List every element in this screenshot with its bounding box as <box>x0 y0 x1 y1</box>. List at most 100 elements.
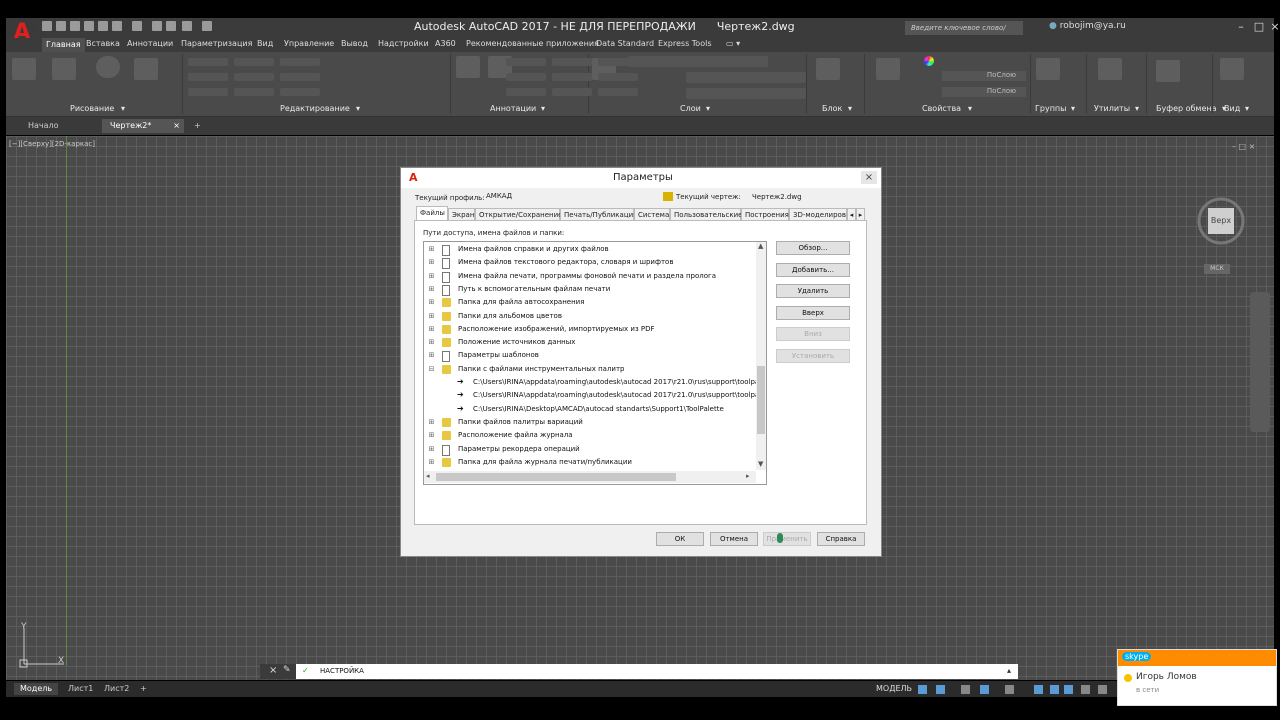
tab-ribbon-4[interactable]: Вид <box>257 39 273 48</box>
ribbon-panel-title-8[interactable]: Буфер обмена <box>1156 104 1217 113</box>
undo-icon[interactable] <box>112 21 122 31</box>
panel-expand-icon[interactable]: ▾ <box>1245 104 1249 113</box>
expand-icon[interactable]: ⊞ <box>428 458 435 466</box>
ribbon-small-tool-icon[interactable] <box>188 73 228 81</box>
tab-scroll-right-button[interactable]: ▸ <box>856 208 865 220</box>
ribbon-tool-icon[interactable] <box>876 58 900 80</box>
workspace-switch-icon[interactable] <box>1098 685 1107 694</box>
open-icon[interactable] <box>56 21 66 31</box>
ribbon-tool-icon[interactable] <box>1036 58 1060 80</box>
save-as-icon[interactable] <box>84 21 94 31</box>
ribbon-small-tool-icon[interactable] <box>506 88 546 96</box>
scroll-thumb[interactable] <box>436 473 676 481</box>
add-button[interactable]: Добавить... <box>776 263 850 277</box>
expand-icon[interactable]: ⊞ <box>428 259 435 266</box>
ribbon-dropdown[interactable] <box>628 56 768 67</box>
expand-icon[interactable]: ⊞ <box>428 272 435 280</box>
ribbon-tool-icon[interactable] <box>1098 58 1122 80</box>
redo-icon[interactable] <box>132 21 142 31</box>
tab-user-preferences[interactable]: Пользовательские <box>670 208 742 220</box>
scroll-thumb[interactable] <box>757 366 765 434</box>
collapse-icon[interactable]: ⊟ <box>428 365 435 373</box>
user-account[interactable]: ● robojim@ya.ru <box>1049 21 1126 31</box>
tree-horizontal-scrollbar[interactable]: ◂ ▸ <box>424 471 756 483</box>
ribbon-small-tool-icon[interactable] <box>552 58 592 66</box>
panel-expand-icon[interactable]: ▾ <box>706 104 710 113</box>
tab-ribbon-6[interactable]: Вывод <box>341 39 368 48</box>
apply-button[interactable]: Применить <box>763 532 811 546</box>
color-wheel-icon[interactable] <box>924 56 934 66</box>
annotation-scale-icon[interactable] <box>1081 685 1090 694</box>
ribbon-tool-icon[interactable] <box>816 58 840 80</box>
lineweight-dropdown[interactable]: ПоСлою <box>942 71 1026 81</box>
ribbon-tool-icon[interactable] <box>134 58 158 80</box>
ribbon-panel-title-1[interactable]: Редактирование <box>280 104 350 113</box>
panel-expand-icon[interactable]: ▾ <box>968 104 972 113</box>
tab-ribbon-8[interactable]: A360 <box>435 39 456 48</box>
save-icon[interactable] <box>70 21 80 31</box>
expand-icon[interactable]: ⊞ <box>428 285 435 293</box>
ribbon-small-tool-icon[interactable] <box>598 88 638 96</box>
tab-scroll-left-button[interactable]: ◂ <box>847 208 856 220</box>
plot-icon[interactable] <box>166 21 176 31</box>
grid-icon[interactable] <box>918 685 927 694</box>
ribbon-panel-title-6[interactable]: Группы <box>1035 104 1066 113</box>
ribbon-small-tool-icon[interactable] <box>188 88 228 96</box>
panel-expand-icon[interactable]: ▾ <box>121 104 125 113</box>
ribbon-small-tool-icon[interactable] <box>280 88 320 96</box>
ribbon-small-tool-icon[interactable] <box>280 73 320 81</box>
cancel-button[interactable]: Отмена <box>710 532 758 546</box>
tab-display[interactable]: Экран <box>448 208 475 220</box>
view-cube-face[interactable]: Верх <box>1208 208 1234 234</box>
polar-icon[interactable] <box>980 685 989 694</box>
scroll-down-icon[interactable]: ▼ <box>758 460 763 468</box>
help-button[interactable]: Справка <box>817 532 865 546</box>
isodraft-icon[interactable] <box>1005 685 1014 694</box>
panel-expand-icon[interactable]: ▾ <box>848 104 852 113</box>
tab-layout1[interactable]: Лист1 <box>62 683 99 695</box>
tab-ribbon-2[interactable]: Аннотации <box>127 39 173 48</box>
skype-notification[interactable]: skype Игорь Ломов в сети <box>1117 649 1277 706</box>
ortho-icon[interactable] <box>961 685 970 694</box>
search-input[interactable]: Введите ключевое слово/фразу <box>905 21 1023 46</box>
ribbon-panel-title-9[interactable]: Вид <box>1224 104 1240 113</box>
command-line[interactable]: × ✎ ✓ НАСТРОЙКА ▴ <box>260 664 1018 679</box>
navigation-bar[interactable] <box>1250 292 1270 432</box>
ribbon-small-tool-icon[interactable] <box>552 73 592 81</box>
set-current-button[interactable]: Установить <box>776 349 850 363</box>
move-up-button[interactable]: Вверх <box>776 306 850 320</box>
print-icon[interactable] <box>98 21 108 31</box>
ribbon-tool-icon[interactable] <box>12 58 36 80</box>
tab-ribbon-9[interactable]: Рекомендованные приложения <box>466 39 599 48</box>
close-icon[interactable]: × <box>173 119 180 133</box>
ribbon-small-tool-icon[interactable] <box>506 73 546 81</box>
lineweight-icon[interactable] <box>1064 685 1073 694</box>
tab-ribbon-1[interactable]: Вставка <box>86 39 120 48</box>
ucs-menu[interactable]: МСК <box>1204 264 1230 274</box>
lineweight-dropdown[interactable]: ПоСлою <box>942 87 1026 97</box>
expand-icon[interactable]: ⊞ <box>428 352 435 359</box>
tab-ribbon-0[interactable]: Главная <box>42 38 85 52</box>
scroll-left-icon[interactable]: ◂ <box>426 472 430 480</box>
expand-icon[interactable]: ⊞ <box>428 339 435 346</box>
ribbon-small-tool-icon[interactable] <box>234 88 274 96</box>
panel-expand-icon[interactable]: ▾ <box>356 104 360 113</box>
ribbon-panel-title-0[interactable]: Рисование <box>70 104 114 113</box>
more-icon[interactable] <box>182 21 192 31</box>
new-tab-button[interactable]: + <box>190 119 206 133</box>
tree-vertical-scrollbar[interactable]: ▲ ▼ <box>756 242 766 470</box>
dialog-close-button[interactable]: × <box>861 171 877 184</box>
tab-model[interactable]: Модель <box>14 683 59 695</box>
workspace-icon[interactable] <box>202 21 212 31</box>
close-button[interactable]: × <box>1266 19 1280 35</box>
wrench-icon[interactable]: ✎ <box>283 665 291 675</box>
expand-icon[interactable]: ⊞ <box>428 312 435 320</box>
ribbon-panel-title-7[interactable]: Утилиты <box>1094 104 1130 113</box>
ribbon-dropdown[interactable] <box>686 88 806 99</box>
new-icon[interactable] <box>42 21 52 31</box>
ribbon-small-tool-icon[interactable] <box>506 58 546 66</box>
tab-ribbon-3[interactable]: Параметризация <box>181 39 252 48</box>
model-space-button[interactable]: МОДЕЛЬ <box>876 684 912 693</box>
panel-expand-icon[interactable]: ▾ <box>1135 104 1139 113</box>
browse-button[interactable]: Обзор... <box>776 241 850 255</box>
